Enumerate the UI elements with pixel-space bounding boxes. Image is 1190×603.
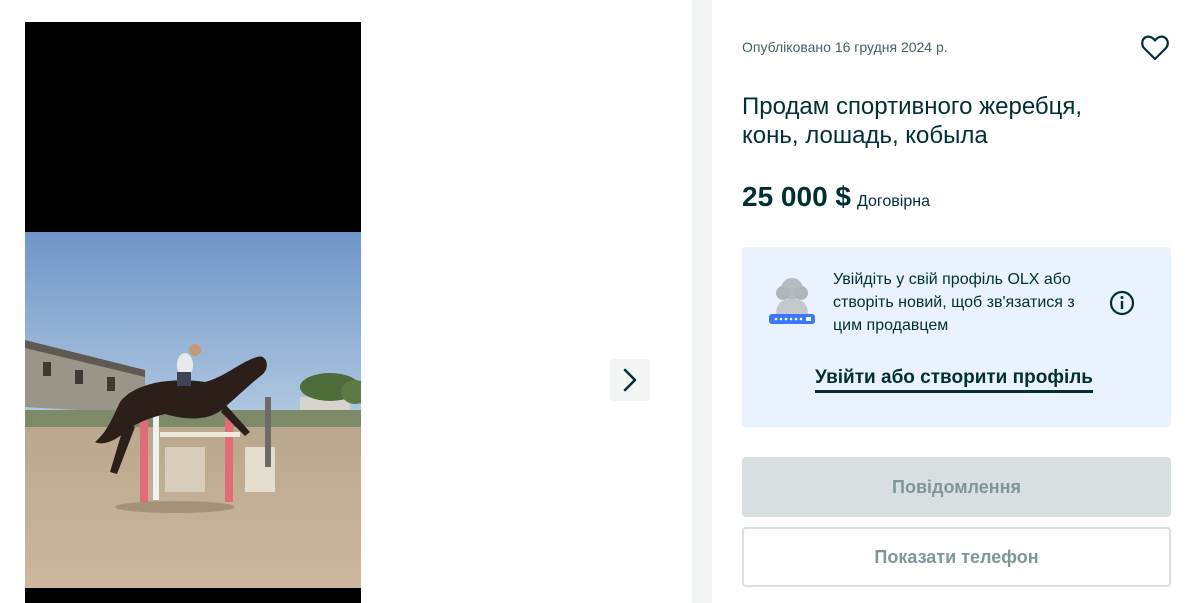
ad-title: Продам спортивного жеребця, конь, лошадь… (742, 93, 1083, 149)
profile-avatar-icon (769, 278, 815, 324)
login-or-register-link[interactable]: Увійти або створити профіль (815, 367, 1093, 393)
negotiable-label: Договірна (857, 193, 930, 210)
photo-gallery (0, 0, 692, 603)
favorite-button[interactable] (1140, 33, 1170, 63)
chevron-right-icon (623, 368, 637, 392)
published-date: Опубліковано 16 грудня 2024 р. (742, 39, 948, 55)
show-phone-button[interactable]: Показати телефон (742, 527, 1171, 587)
login-prompt-text: Увійдіть у свій профіль OLX або створіть… (833, 271, 1075, 334)
ad-details-panel: Опубліковано 16 грудня 2024 р. Продам сп… (712, 0, 1190, 603)
photo-frame[interactable] (25, 22, 361, 603)
login-prompt: Увійдіть у свій профіль OLX або створіть… (742, 247, 1171, 427)
column-divider (692, 0, 712, 603)
info-icon[interactable] (1108, 289, 1136, 317)
message-button[interactable]: Повідомлення (742, 457, 1171, 517)
heart-icon (1141, 35, 1169, 61)
next-photo-button[interactable] (610, 359, 650, 401)
price: 25 000 $ (742, 181, 851, 212)
price-row: 25 000 $ Договірна (742, 181, 930, 213)
horse-jumping-photo (25, 232, 361, 588)
